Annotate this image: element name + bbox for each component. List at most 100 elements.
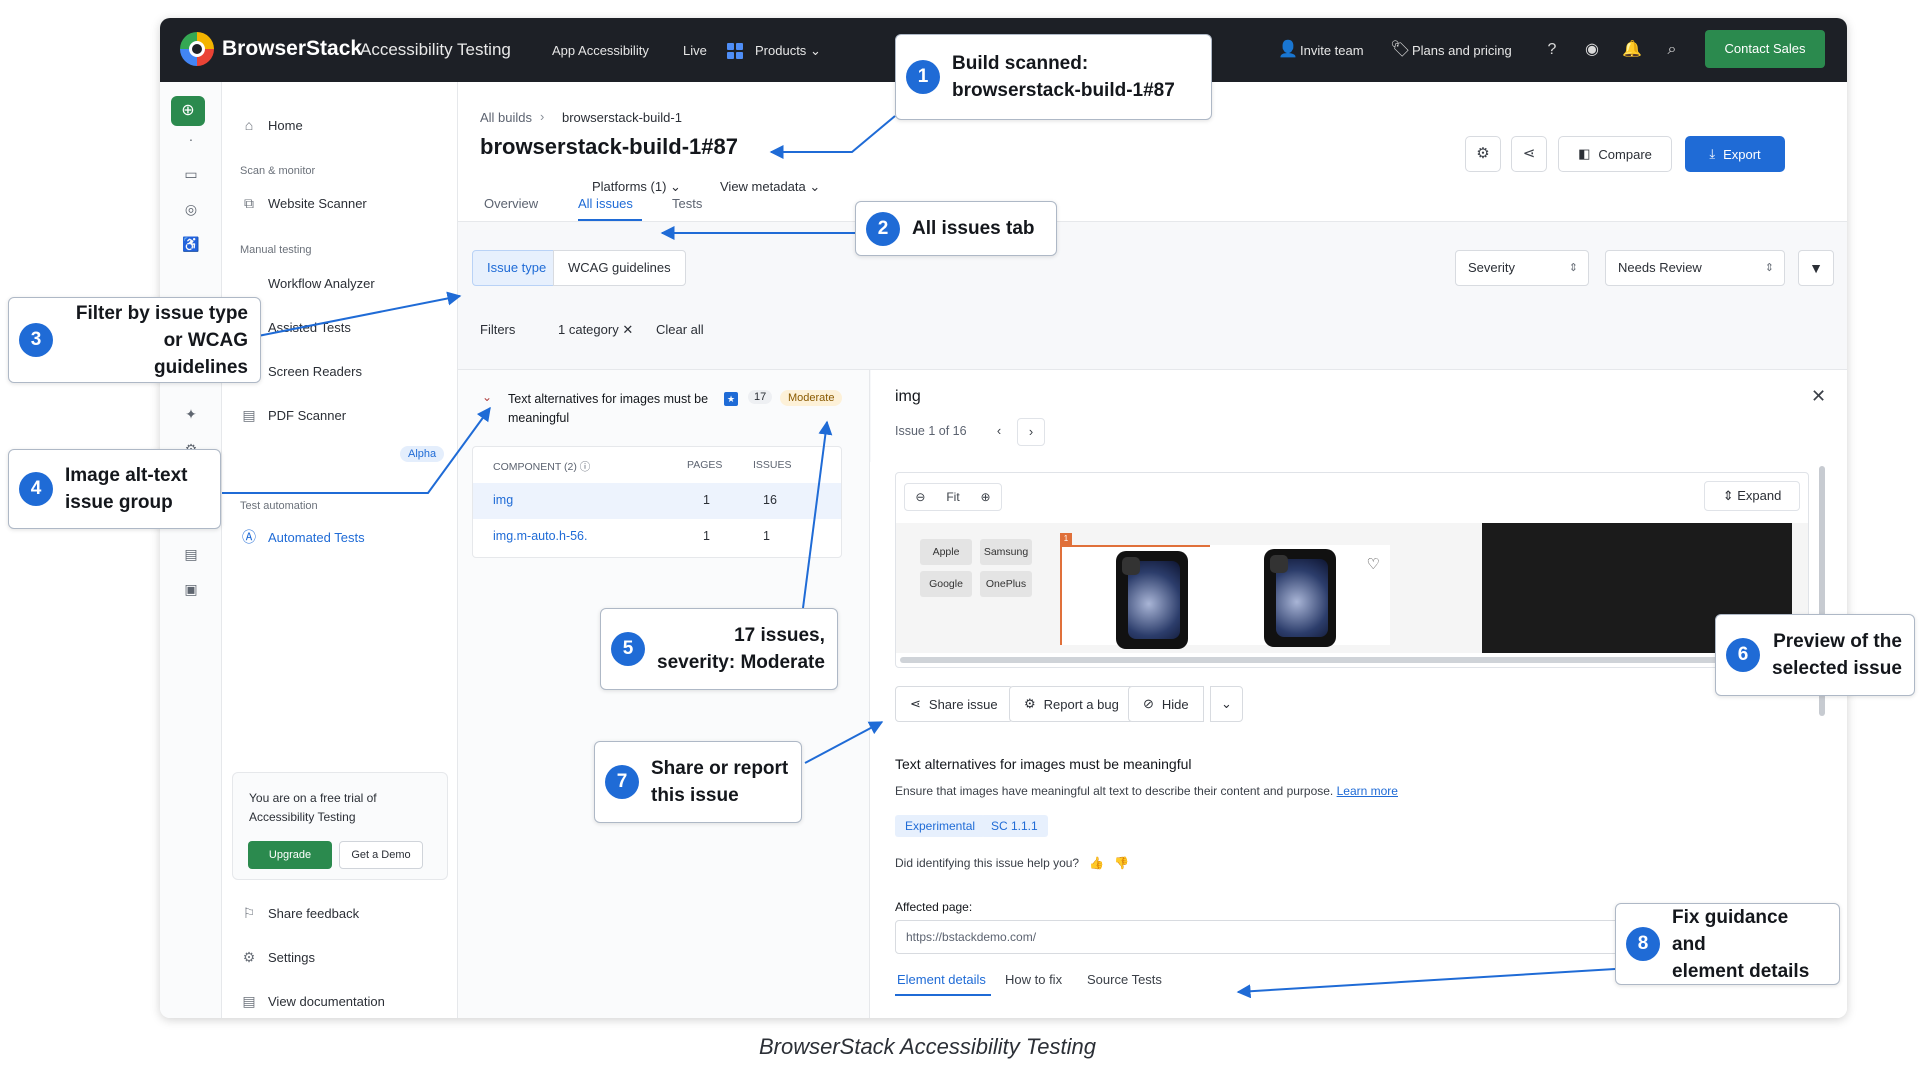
sidebar-item-automated-tests[interactable]: Ⓐ Automated Tests [240, 528, 365, 546]
get-demo-button[interactable]: Get a Demo [339, 841, 423, 869]
brand-chip: OnePlus [980, 571, 1032, 597]
affected-page-url[interactable]: https://bstackdemo.com/ [895, 920, 1635, 954]
sidebar-item-pdf-scanner[interactable]: ▤ PDF Scanner [240, 406, 346, 424]
prev-issue-button[interactable]: ‹ [985, 418, 1013, 446]
sidebar-item-workflow-analyzer[interactable]: Workflow Analyzer [240, 274, 375, 292]
needs-review-select[interactable]: Needs Review ⇕ [1605, 250, 1785, 286]
tab-source-tests[interactable]: Source Tests [1087, 972, 1162, 987]
sidebar-item-home[interactable]: ⌂ Home [240, 116, 303, 134]
export-button[interactable]: ⤓ Export [1685, 136, 1785, 172]
issue-group-title[interactable]: Text alternatives for images must be mea… [508, 390, 728, 428]
fit-button[interactable]: Fit [946, 490, 959, 504]
accessibility-icon[interactable]: ♿ [179, 232, 203, 256]
platforms-dropdown[interactable]: Platforms (1) ⌄ [592, 179, 681, 195]
chevron-down-icon[interactable]: ⌄ [482, 390, 492, 404]
nav-products-label: Products [755, 43, 807, 58]
zoom-out-icon[interactable]: ⊖ [915, 490, 925, 504]
callout-number: 6 [1726, 638, 1760, 672]
contact-sales-button[interactable]: Contact Sales [1705, 30, 1825, 68]
issue-description-text: Ensure that images have meaningful alt t… [895, 784, 1334, 798]
category-filter-chip[interactable]: 1 category ✕ [558, 322, 633, 338]
report-bug-button[interactable]: ⚙ Report a bug [1009, 686, 1134, 722]
hide-label: Hide [1161, 696, 1189, 712]
share-button[interactable]: ⋖ [1511, 136, 1547, 172]
report-bug-label: Report a bug [1043, 696, 1119, 712]
thumbs-up-icon[interactable]: 👍 [1089, 856, 1104, 870]
browserstack-logo-icon[interactable] [180, 32, 214, 66]
sidebar-item-label: Assisted Tests [268, 319, 351, 335]
invite-team-link[interactable]: Invite team [1300, 43, 1364, 58]
active-tab-indicator [895, 994, 991, 996]
component-name[interactable]: img.m-auto.h-56. [493, 529, 587, 543]
breadcrumb-all-builds[interactable]: All builds [480, 110, 532, 125]
expand-button[interactable]: ⇕ Expand [1704, 481, 1800, 511]
callout-text: Fix guidance and element details [1672, 904, 1839, 985]
callout-number: 5 [611, 632, 645, 666]
feedback-icon: ⚐ [242, 905, 256, 921]
phone-image [1116, 551, 1188, 649]
wcag-criterion-tag[interactable]: SC 1.1.1 [981, 815, 1048, 837]
bell-icon[interactable]: 🔔 [1622, 40, 1642, 60]
camera-scan-icon[interactable]: ◎ [179, 197, 203, 221]
horizontal-scrollbar[interactable] [900, 657, 1740, 663]
tab-tests[interactable]: Tests [672, 196, 702, 211]
callout-line: severity: Moderate [657, 652, 825, 673]
sidebar-item-label: Workflow Analyzer [268, 275, 375, 291]
table-row[interactable]: img.m-auto.h-56. 1 1 [473, 519, 841, 555]
nav-live[interactable]: Live [683, 43, 707, 58]
close-icon[interactable]: ✕ [622, 322, 633, 337]
callout-number: 4 [19, 472, 53, 506]
tab-overview[interactable]: Overview [484, 196, 538, 211]
section-heading-automation: Test automation [240, 500, 318, 512]
product-name: Accessibility Testing [360, 40, 511, 59]
component-table: COMPONENT (2) ⓘ PAGES ISSUES img 1 16 im… [472, 446, 842, 558]
globe-icon[interactable]: ⊕ [171, 96, 205, 126]
hide-button[interactable]: ⊘ Hide [1128, 686, 1204, 722]
callout-line: issue group [65, 492, 173, 513]
sidebar-item-settings[interactable]: ⚙ Settings [240, 948, 315, 966]
view-metadata-label: View metadata [720, 179, 806, 194]
zoom-in-icon[interactable]: ⊕ [981, 490, 991, 504]
issue-pagination-text: Issue 1 of 16 [895, 424, 967, 438]
account-icon[interactable]: ◉ [1582, 40, 1602, 60]
search-icon[interactable]: ⌕ [1662, 40, 1682, 60]
person-icon[interactable]: ✦ [179, 402, 203, 426]
sidebar-item-label: View documentation [268, 993, 385, 1009]
dot-icon: · [188, 131, 194, 147]
help-icon[interactable]: ? [1542, 40, 1562, 60]
nav-app-accessibility[interactable]: App Accessibility [552, 43, 649, 58]
severity-select[interactable]: Severity ⇕ [1455, 250, 1589, 286]
sidebar-item-documentation[interactable]: ▤ View documentation [240, 992, 385, 1010]
table-row[interactable]: img 1 16 [473, 483, 841, 519]
thumbs-down-icon[interactable]: 👎 [1114, 856, 1129, 870]
compare-button[interactable]: ◧ Compare [1558, 136, 1672, 172]
info-icon[interactable]: ⓘ [580, 461, 591, 473]
tab-how-to-fix[interactable]: How to fix [1005, 972, 1062, 987]
report-icon[interactable]: ▤ [179, 542, 203, 566]
add-user-icon: 👤 [1278, 41, 1298, 58]
view-metadata-dropdown[interactable]: View metadata ⌄ [720, 179, 820, 195]
clear-all-link[interactable]: Clear all [656, 322, 704, 337]
scanner-icon[interactable]: ▭ [179, 162, 203, 186]
nav-products[interactable]: Products ⌄ [755, 43, 821, 59]
issue-type-toggle[interactable]: Issue type [472, 250, 562, 286]
hide-options-button[interactable]: ⌄ [1210, 686, 1243, 722]
share-issue-button[interactable]: ⋖ Share issue [895, 686, 1013, 722]
icon-rail: ⊕ · ▭ ◎ ♿ ✦ ⚙ ▤ ▣ [160, 82, 222, 1018]
learn-more-link[interactable]: Learn more [1337, 784, 1398, 798]
settings-button[interactable]: ⚙ [1465, 136, 1501, 172]
tab-all-issues[interactable]: All issues [578, 196, 633, 211]
component-name[interactable]: img [493, 493, 513, 507]
sidebar-item-share-feedback[interactable]: ⚐ Share feedback [240, 904, 359, 922]
breadcrumb-build[interactable]: browserstack-build-1 [562, 110, 682, 125]
sidebar-item-website-scanner[interactable]: ⧉ Website Scanner [240, 194, 367, 212]
upgrade-button[interactable]: Upgrade [248, 841, 332, 869]
next-issue-button[interactable]: › [1017, 418, 1045, 446]
filter-button[interactable]: ▼ [1798, 250, 1834, 286]
wcag-guidelines-toggle[interactable]: WCAG guidelines [553, 250, 686, 286]
monitor-icon[interactable]: ▣ [179, 577, 203, 601]
close-icon[interactable]: ✕ [1811, 386, 1826, 407]
expand-label: Expand [1737, 488, 1782, 503]
plans-pricing-link[interactable]: Plans and pricing [1412, 43, 1512, 58]
tab-element-details[interactable]: Element details [897, 972, 986, 987]
